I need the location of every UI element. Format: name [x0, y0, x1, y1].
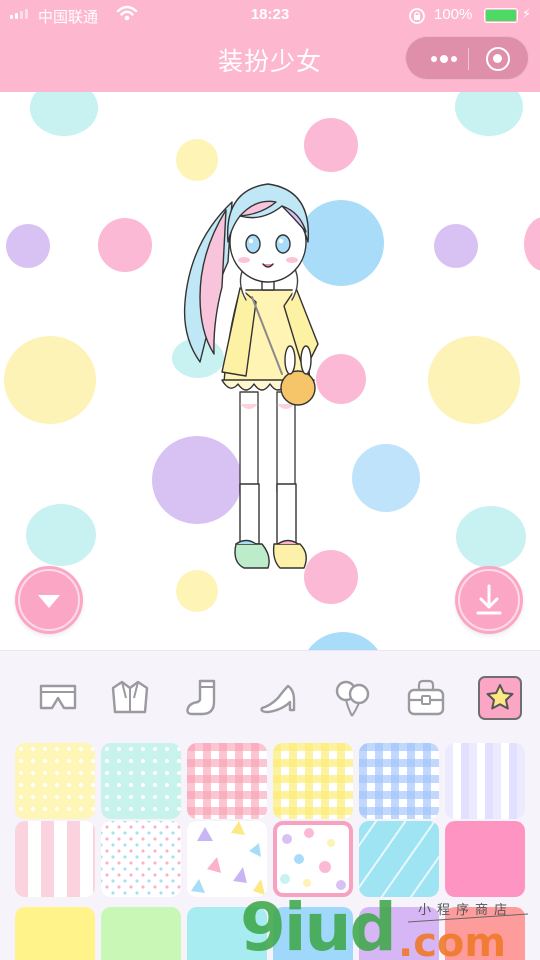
- balloons-icon[interactable]: [330, 676, 374, 720]
- triangle-pattern: [191, 821, 265, 895]
- background-tile-selected[interactable]: [273, 821, 353, 897]
- background-tile[interactable]: [15, 821, 95, 897]
- category-tabs: [0, 651, 540, 743]
- triangle-down-icon: [38, 595, 60, 608]
- background-tile[interactable]: [101, 743, 181, 819]
- jacket-icon[interactable]: [108, 676, 152, 720]
- watermark-text: 9iud: [240, 889, 395, 960]
- capsule-divider: [468, 48, 469, 70]
- rotation-lock-icon: [409, 8, 425, 24]
- background-tile[interactable]: [273, 743, 353, 819]
- background-tab[interactable]: [478, 676, 522, 720]
- star-background-icon: [486, 684, 514, 710]
- title-bar: 中国联通 18:23 100% ⚡ 装扮少女: [0, 0, 540, 92]
- background-tile[interactable]: [15, 907, 95, 960]
- background-tile[interactable]: [359, 743, 439, 819]
- charging-icon: ⚡: [522, 6, 532, 21]
- background-tile[interactable]: [101, 821, 181, 897]
- background-tile[interactable]: [15, 743, 95, 819]
- download-icon: [476, 584, 502, 615]
- high-heel-icon[interactable]: [256, 676, 300, 720]
- miniprogram-capsule: [405, 36, 529, 80]
- dressup-stage: [0, 92, 540, 650]
- socks-icon[interactable]: [182, 676, 226, 720]
- background-tile[interactable]: [187, 743, 267, 819]
- status-bar: 中国联通 18:23 100% ⚡: [0, 0, 540, 30]
- background-tile[interactable]: [359, 821, 439, 897]
- more-dots-icon[interactable]: [424, 37, 464, 81]
- bag-icon[interactable]: [404, 676, 448, 720]
- target-icon[interactable]: [486, 47, 510, 71]
- polka-pattern: [280, 828, 346, 890]
- battery-percent: 100%: [434, 6, 473, 23]
- shorts-icon[interactable]: [36, 676, 80, 720]
- background-tile[interactable]: [187, 821, 267, 897]
- background-tile[interactable]: [101, 907, 181, 960]
- watermark-domain: .com: [398, 920, 506, 960]
- battery-icon: [484, 8, 518, 23]
- watermark-logo: 9iud .com 小程序商店: [240, 889, 529, 960]
- collapse-button[interactable]: [15, 566, 83, 634]
- background-tile[interactable]: [445, 743, 525, 819]
- download-button[interactable]: [455, 566, 523, 634]
- background-tile[interactable]: [445, 821, 525, 897]
